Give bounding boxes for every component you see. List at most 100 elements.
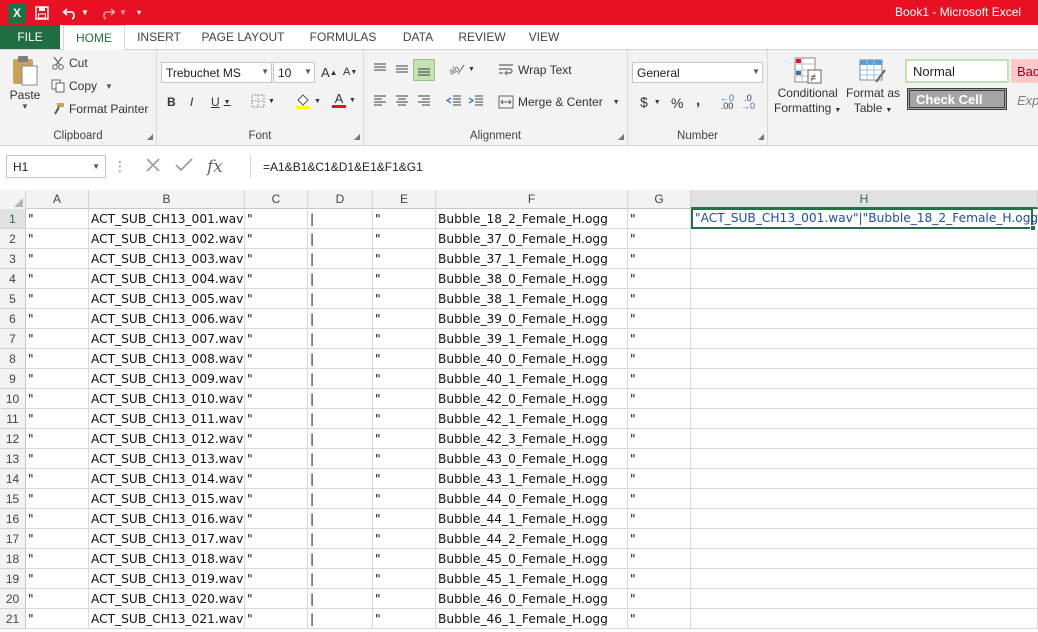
redo-dropdown-icon[interactable]: ▼ (118, 3, 128, 23)
comma-style-button[interactable]: , (696, 92, 700, 109)
customize-qat-icon[interactable]: ▾ (134, 3, 144, 23)
cell-g15[interactable]: " (628, 489, 691, 509)
cell-e6[interactable]: " (373, 309, 436, 329)
cell-d19[interactable]: | (308, 569, 373, 589)
row-header[interactable]: 3 (0, 249, 26, 269)
row-header[interactable]: 9 (0, 369, 26, 389)
cell-g13[interactable]: " (628, 449, 691, 469)
cell-a15[interactable]: " (26, 489, 89, 509)
underline-button[interactable]: U ▼ (211, 95, 231, 109)
cell-h4[interactable] (691, 269, 1038, 289)
undo-dropdown-icon[interactable]: ▼ (80, 3, 90, 23)
cell-g4[interactable]: " (628, 269, 691, 289)
cell-b7[interactable]: ACT_SUB_CH13_007.wav (89, 329, 245, 349)
cell-b4[interactable]: ACT_SUB_CH13_004.wav (89, 269, 245, 289)
cell-b20[interactable]: ACT_SUB_CH13_020.wav (89, 589, 245, 609)
cell-b17[interactable]: ACT_SUB_CH13_017.wav (89, 529, 245, 549)
cell-g10[interactable]: " (628, 389, 691, 409)
cell-g8[interactable]: " (628, 349, 691, 369)
cell-h12[interactable] (691, 429, 1038, 449)
cell-h14[interactable] (691, 469, 1038, 489)
font-name-combo[interactable]: Trebuchet MS ▼ (161, 62, 272, 83)
cell-f14[interactable]: Bubble_43_1_Female_H.ogg (436, 469, 628, 489)
insert-function-icon[interactable]: fx (207, 157, 223, 177)
align-middle-button[interactable] (394, 62, 410, 76)
cell-d7[interactable]: | (308, 329, 373, 349)
cell-a19[interactable]: " (26, 569, 89, 589)
cell-b21[interactable]: ACT_SUB_CH13_021.wav (89, 609, 245, 629)
cell-g7[interactable]: " (628, 329, 691, 349)
cell-c16[interactable]: " (245, 509, 308, 529)
cell-c15[interactable]: " (245, 489, 308, 509)
row-header[interactable]: 14 (0, 469, 26, 489)
row-header[interactable]: 18 (0, 549, 26, 569)
tab-page-layout[interactable]: PAGE LAYOUT (193, 25, 293, 49)
cell-b1[interactable]: ACT_SUB_CH13_001.wav (89, 209, 245, 229)
increase-decimal-button[interactable]: ←0 .00 (720, 94, 734, 111)
column-header-f[interactable]: F (436, 190, 628, 209)
cell-c13[interactable]: " (245, 449, 308, 469)
cell-a5[interactable]: " (26, 289, 89, 309)
cell-f10[interactable]: Bubble_42_0_Female_H.ogg (436, 389, 628, 409)
cell-f19[interactable]: Bubble_45_1_Female_H.ogg (436, 569, 628, 589)
cell-h7[interactable] (691, 329, 1038, 349)
cell-d18[interactable]: | (308, 549, 373, 569)
cell-f5[interactable]: Bubble_38_1_Female_H.ogg (436, 289, 628, 309)
cell-c20[interactable]: " (245, 589, 308, 609)
number-launcher-icon[interactable]: ◢ (758, 132, 764, 141)
tab-insert[interactable]: INSERT (125, 25, 193, 49)
cell-g1[interactable]: " (628, 209, 691, 229)
cell-a3[interactable]: " (26, 249, 89, 269)
cell-g9[interactable]: " (628, 369, 691, 389)
cell-a11[interactable]: " (26, 409, 89, 429)
style-check-cell[interactable]: Check Cell (907, 88, 1007, 110)
cell-f12[interactable]: Bubble_42_3_Female_H.ogg (436, 429, 628, 449)
row-header[interactable]: 12 (0, 429, 26, 449)
cell-c19[interactable]: " (245, 569, 308, 589)
borders-button[interactable]: ▼ (251, 94, 275, 108)
formula-input[interactable]: =A1&B1&C1&D1&E1&F1&G1 (250, 155, 1038, 178)
cell-b5[interactable]: ACT_SUB_CH13_005.wav (89, 289, 245, 309)
format-painter-button[interactable]: Format Painter (50, 102, 148, 116)
cell-a21[interactable]: " (26, 609, 89, 629)
cell-c6[interactable]: " (245, 309, 308, 329)
cell-e2[interactable]: " (373, 229, 436, 249)
cell-a1[interactable]: " (26, 209, 89, 229)
cell-f20[interactable]: Bubble_46_0_Female_H.ogg (436, 589, 628, 609)
merge-center-button[interactable]: Merge & Center ▼ (498, 95, 620, 109)
cell-c1[interactable]: " (245, 209, 308, 229)
cell-e5[interactable]: " (373, 289, 436, 309)
cell-a17[interactable]: " (26, 529, 89, 549)
cell-b9[interactable]: ACT_SUB_CH13_009.wav (89, 369, 245, 389)
align-top-button[interactable] (372, 62, 388, 76)
decrease-decimal-button[interactable]: .0 →0 (741, 94, 755, 111)
cell-a20[interactable]: " (26, 589, 89, 609)
cell-e10[interactable]: " (373, 389, 436, 409)
cell-g14[interactable]: " (628, 469, 691, 489)
undo-icon[interactable] (60, 3, 80, 23)
tab-data[interactable]: DATA (393, 25, 443, 49)
cell-g19[interactable]: " (628, 569, 691, 589)
cell-e11[interactable]: " (373, 409, 436, 429)
cell-b18[interactable]: ACT_SUB_CH13_018.wav (89, 549, 245, 569)
cell-h5[interactable] (691, 289, 1038, 309)
select-all-corner[interactable] (0, 190, 26, 209)
alignment-launcher-icon[interactable]: ◢ (618, 132, 624, 141)
cell-a14[interactable]: " (26, 469, 89, 489)
bold-button[interactable]: B (167, 95, 176, 109)
cell-c18[interactable]: " (245, 549, 308, 569)
row-header[interactable]: 11 (0, 409, 26, 429)
cancel-icon[interactable] (145, 157, 161, 176)
cell-d17[interactable]: | (308, 529, 373, 549)
column-header-d[interactable]: D (308, 190, 373, 209)
decrease-indent-button[interactable] (446, 94, 462, 108)
copy-button[interactable]: Copy ▼ (50, 79, 113, 93)
cell-h16[interactable] (691, 509, 1038, 529)
cell-g18[interactable]: " (628, 549, 691, 569)
row-header[interactable]: 7 (0, 329, 26, 349)
cell-b2[interactable]: ACT_SUB_CH13_002.wav (89, 229, 245, 249)
row-header[interactable]: 8 (0, 349, 26, 369)
cut-button[interactable]: Cut (50, 56, 88, 70)
row-header[interactable]: 2 (0, 229, 26, 249)
chevron-down-icon[interactable]: ▼ (613, 99, 620, 106)
